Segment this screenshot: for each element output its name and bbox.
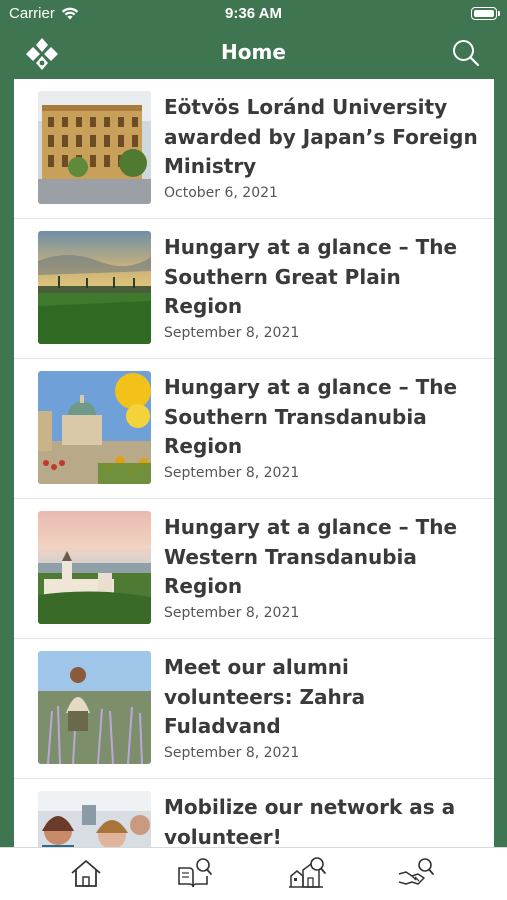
article-thumbnail xyxy=(38,91,151,204)
status-bar: Carrier 9:36 AM xyxy=(0,0,507,30)
buildings-search-icon[interactable] xyxy=(289,856,327,890)
article-item[interactable]: Mobilize our network as a volunteer! xyxy=(14,779,494,847)
article-title: Eötvös Loránd University awarded by Japa… xyxy=(164,95,478,178)
article-date: October 6, 2021 xyxy=(164,185,278,201)
article-thumbnail xyxy=(38,371,151,484)
tab-bar xyxy=(0,847,507,900)
article-title: Hungary at a glance – The Southern Trans… xyxy=(164,375,458,458)
article-item[interactable]: Hungary at a glance – The Southern Trans… xyxy=(14,359,494,499)
article-title: Hungary at a glance – The Southern Great… xyxy=(164,235,458,318)
article-item[interactable]: Eötvös Loránd University awarded by Japa… xyxy=(14,79,494,219)
status-time: 9:36 AM xyxy=(225,5,282,22)
article-title: Meet our alumni volunteers: Zahra Fuladv… xyxy=(164,655,366,738)
article-title: Hungary at a glance – The Western Transd… xyxy=(164,515,458,598)
article-list: Eötvös Loránd University awarded by Japa… xyxy=(14,79,494,847)
article-item[interactable]: Meet our alumni volunteers: Zahra Fuladv… xyxy=(14,639,494,779)
article-thumbnail xyxy=(38,511,151,624)
battery-icon xyxy=(471,7,500,20)
article-thumbnail xyxy=(38,791,151,847)
home-icon[interactable] xyxy=(67,856,105,890)
article-title: Mobilize our network as a volunteer! xyxy=(164,795,456,847)
handshake-search-icon[interactable] xyxy=(398,856,436,890)
article-date: September 8, 2021 xyxy=(164,745,300,761)
article-item[interactable]: Hungary at a glance – The Southern Great… xyxy=(14,219,494,359)
article-thumbnail xyxy=(38,651,151,764)
book-search-icon[interactable] xyxy=(175,856,213,890)
article-date: September 8, 2021 xyxy=(164,325,300,341)
article-thumbnail xyxy=(38,231,151,344)
search-icon[interactable] xyxy=(451,38,481,68)
page-title: Home xyxy=(221,40,286,64)
article-date: September 8, 2021 xyxy=(164,605,300,621)
article-date: September 8, 2021 xyxy=(164,465,300,481)
nav-bar: Home xyxy=(0,30,507,78)
article-item[interactable]: Hungary at a glance – The Western Transd… xyxy=(14,499,494,639)
